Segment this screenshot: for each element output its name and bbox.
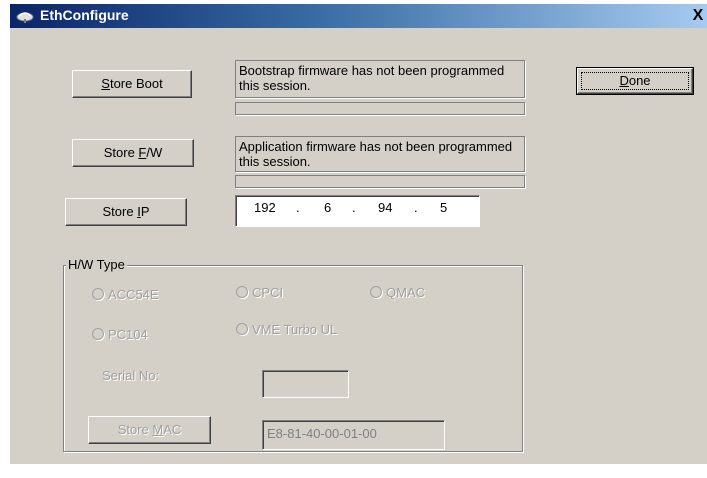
store-fw-label-post: /W [146, 145, 163, 160]
ip-separator-1: . [296, 200, 300, 215]
ip-octet-3[interactable]: 94 [378, 200, 392, 215]
ip-separator-3: . [414, 200, 418, 215]
radio-qmac-circle [370, 286, 382, 298]
close-icon[interactable]: X [689, 6, 707, 25]
ip-separator-2: . [352, 200, 356, 215]
window-title: EthConfigure [40, 7, 129, 23]
ip-octet-1[interactable]: 192 [254, 200, 276, 215]
store-boot-button[interactable]: Store Boot [72, 70, 192, 98]
radio-acc54e-circle [92, 288, 104, 300]
radio-vme-turbo-ul-label: VME Turbo UL [252, 322, 338, 337]
radio-pc104[interactable]: PC104 [92, 327, 148, 343]
mac-address-value: E8-81-40-00-01-00 [267, 426, 377, 441]
store-mac-mnemonic: M [152, 422, 164, 437]
ip-octet-4[interactable]: 5 [440, 200, 447, 215]
store-ip-label-pre: Store [102, 204, 138, 219]
firmware-progress-bar [235, 175, 525, 188]
satellite-dish-icon [16, 9, 34, 23]
radio-acc54e[interactable]: ACC54E [92, 287, 159, 303]
radio-cpci[interactable]: CPCI [236, 285, 283, 301]
hw-type-label: H/W Type [66, 257, 127, 272]
ip-address-input[interactable]: 192 . 6 . 94 . 5 [235, 195, 480, 227]
store-ip-button[interactable]: Store IP [65, 198, 187, 226]
ethconfigure-window: EthConfigure X Store Boot Bootstrap firm… [0, 0, 707, 478]
mac-address-input[interactable]: E8-81-40-00-01-00 [262, 420, 445, 450]
boot-status-message: Bootstrap firmware has not been programm… [235, 60, 525, 98]
radio-vme-turbo-ul[interactable]: VME Turbo UL [236, 322, 337, 338]
store-mac-label-pre: Store [117, 422, 153, 437]
radio-cpci-label: CPCI [252, 285, 284, 300]
serial-no-input[interactable] [262, 370, 349, 398]
store-boot-mnemonic: S [101, 76, 110, 91]
store-boot-label-post: tore Boot [109, 76, 163, 91]
radio-pc104-circle [92, 328, 104, 340]
boot-progress-bar [235, 102, 525, 115]
title-bar[interactable]: EthConfigure X [10, 4, 707, 28]
serial-no-label: Serial No: [102, 368, 160, 383]
done-focus-rect [581, 72, 689, 90]
radio-qmac[interactable]: QMAC [370, 285, 425, 301]
radio-pc104-label: PC104 [108, 327, 148, 342]
done-button[interactable]: Done [576, 67, 694, 95]
radio-cpci-circle [236, 286, 248, 298]
store-mac-label-post: AC [163, 422, 182, 437]
store-mac-button[interactable]: Store MAC [88, 416, 211, 444]
store-firmware-button[interactable]: Store F/W [72, 139, 194, 167]
store-fw-label-pre: Store [103, 145, 139, 160]
firmware-status-message: Application firmware has not been progra… [235, 136, 525, 172]
ip-octet-2[interactable]: 6 [324, 200, 331, 215]
dialog-body: Store Boot Bootstrap firmware has not be… [10, 28, 707, 464]
radio-acc54e-label: ACC54E [108, 287, 159, 302]
radio-vme-turbo-ul-circle [236, 323, 248, 335]
radio-qmac-label: QMAC [386, 285, 425, 300]
store-ip-label-post: P [140, 204, 150, 219]
